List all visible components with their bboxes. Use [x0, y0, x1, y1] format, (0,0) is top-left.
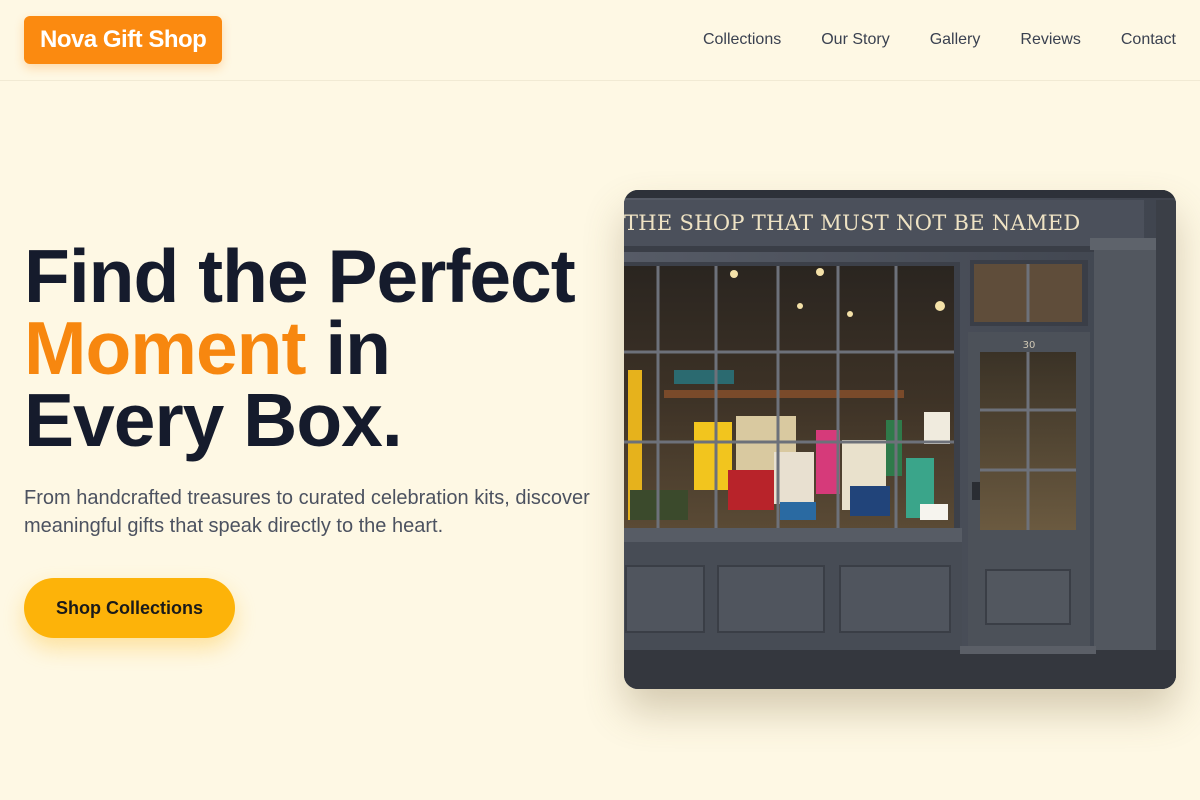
hero-headline: Find the Perfect Moment in Every Box.: [24, 239, 604, 458]
door-number: 30: [1023, 340, 1036, 351]
top-shadow: [624, 190, 1176, 198]
sign-ledge: [624, 246, 1144, 252]
pilaster-capital: [1090, 238, 1160, 250]
lower-panels: [625, 565, 951, 633]
hero-text: Find the Perfect Moment in Every Box. Fr…: [24, 239, 604, 540]
window-sill: [624, 528, 962, 542]
right-pilaster: [1094, 238, 1156, 689]
nav-item-contact: Contact: [1121, 31, 1176, 49]
brand-logo[interactable]: Nova Gift Shop: [24, 16, 223, 64]
storefront-illustration: THE SHOP THAT MUST NOT BE NAMED 30: [624, 190, 1176, 689]
nav-link-gallery[interactable]: Gallery: [930, 31, 981, 48]
shop-collections-button[interactable]: Shop Collections: [24, 578, 235, 638]
nav-link-collections[interactable]: Collections: [703, 31, 781, 48]
headline-line-3: Every Box.: [24, 378, 403, 462]
nav-item-reviews: Reviews: [1020, 31, 1080, 49]
street-base: [624, 650, 1176, 689]
site-header: Nova Gift Shop Collections Our Story Gal…: [0, 0, 1200, 81]
storefront-photo: THE SHOP THAT MUST NOT BE NAMED 30: [624, 190, 1176, 689]
nav-link-reviews[interactable]: Reviews: [1020, 31, 1080, 48]
door-panel: [985, 569, 1071, 625]
pilaster-edge: [1156, 200, 1176, 689]
nav-item-collections: Collections: [703, 31, 781, 49]
nav-item-gallery: Gallery: [930, 31, 981, 49]
door-step: [960, 646, 1096, 654]
hero-subtitle: From handcrafted treasures to curated ce…: [24, 487, 590, 537]
main-nav: Collections Our Story Gallery Reviews Co…: [703, 0, 1176, 80]
door-handle: [972, 482, 980, 500]
nav-link-contact[interactable]: Contact: [1121, 31, 1176, 48]
nav-item-our-story: Our Story: [821, 31, 889, 49]
shop-sign-text: THE SHOP THAT MUST NOT BE NAMED: [624, 211, 1081, 235]
nav-link-our-story[interactable]: Our Story: [821, 31, 889, 48]
